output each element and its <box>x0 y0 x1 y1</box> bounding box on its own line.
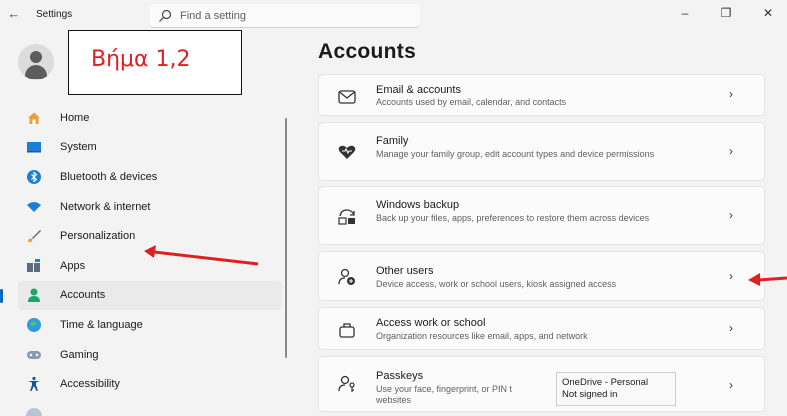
sidebar-item-gaming[interactable]: Gaming <box>18 340 282 370</box>
annotation-label: Βήμα 1,2 <box>91 47 191 72</box>
home-icon <box>26 110 42 126</box>
chevron-right-icon: › <box>729 321 733 335</box>
sidebar-item-label: System <box>60 141 97 154</box>
restore-button[interactable]: ❐ <box>711 2 741 24</box>
title-bar: ← Settings Find a setting – ❐ ✕ <box>0 0 787 30</box>
chevron-right-icon[interactable]: › <box>729 269 733 283</box>
card-title: Email & accounts <box>376 84 461 96</box>
sidebar-item-label: Apps <box>60 259 86 272</box>
card-title: Windows backup <box>376 199 460 211</box>
tooltip-line-1: OneDrive - Personal <box>562 377 649 388</box>
card-subtitle: Back up your files, apps, preferences to… <box>376 213 650 223</box>
card-access-work-school[interactable]: Access work or school Organization resou… <box>318 307 765 350</box>
annotation-arrow-other-users <box>748 273 787 286</box>
sidebar-item-label: Accessibility <box>60 378 120 391</box>
briefcase-icon <box>339 323 355 338</box>
card-subtitle: Organization resources like email, apps,… <box>376 331 588 341</box>
close-button[interactable]: ✕ <box>753 2 783 24</box>
avatar-body-shape <box>25 65 47 79</box>
accessibility-icon <box>26 376 42 392</box>
sidebar-item-time-language[interactable]: Time & language <box>18 310 282 340</box>
annotation-arrow-personalization <box>144 245 259 266</box>
minimize-button[interactable]: – <box>670 2 700 24</box>
chevron-right-icon: › <box>729 208 733 222</box>
chevron-right-icon: › <box>729 87 733 101</box>
card-title: Access work or school <box>376 317 486 329</box>
sidebar-item-label: Network & internet <box>60 200 151 213</box>
sidebar-item-system[interactable]: System <box>18 133 282 163</box>
sidebar-item-label: Time & language <box>60 318 143 331</box>
sidebar-item-label: Home <box>60 111 90 124</box>
search-input[interactable]: Find a setting <box>180 10 246 22</box>
back-button[interactable]: ← <box>6 6 22 22</box>
card-other-users[interactable]: Other users Device access, work or schoo… <box>318 251 765 301</box>
annotation-box: Βήμα 1,2 <box>68 30 242 95</box>
active-indicator <box>0 288 3 303</box>
avatar[interactable] <box>18 44 54 80</box>
card-windows-backup[interactable]: Windows backup Back up your files, apps,… <box>318 186 765 245</box>
card-title: Family <box>376 135 409 147</box>
add-user-icon <box>338 268 355 285</box>
chevron-right-icon: › <box>729 144 733 158</box>
card-title: Other users <box>376 265 434 277</box>
sidebar-item-label: Personalization <box>60 230 136 243</box>
sidebar-item-label: Accounts <box>60 289 106 302</box>
app-title: Settings <box>36 9 73 20</box>
card-title: Passkeys <box>376 370 424 382</box>
card-subtitle: Device access, work or school users, kio… <box>376 279 617 289</box>
tooltip-line-2: Not signed in <box>562 389 618 400</box>
sidebar-item-partial <box>26 408 42 416</box>
accounts-icon <box>26 287 42 303</box>
sidebar-item-label: Bluetooth & devices <box>60 170 158 183</box>
search-box[interactable]: Find a setting <box>150 4 420 28</box>
card-subtitle: Manage your family group, edit account t… <box>376 149 655 159</box>
brush-icon <box>26 228 42 244</box>
system-icon <box>26 139 42 155</box>
wifi-icon <box>26 199 42 215</box>
chevron-right-icon: › <box>729 378 733 392</box>
bluetooth-icon <box>26 169 42 185</box>
mail-icon <box>338 90 356 104</box>
card-family[interactable]: Family Manage your family group, edit ac… <box>318 122 765 181</box>
heart-icon <box>338 145 356 159</box>
apps-icon <box>26 258 42 274</box>
onedrive-tooltip: OneDrive - Personal Not signed in <box>556 372 676 406</box>
backup-icon <box>338 209 355 225</box>
search-icon <box>159 9 172 22</box>
card-email-accounts[interactable]: Email & accounts Accounts used by email,… <box>318 74 765 116</box>
passkey-icon <box>338 375 355 392</box>
sidebar-item-bluetooth[interactable]: Bluetooth & devices <box>18 162 282 192</box>
card-passkeys[interactable]: Passkeys Use your face, fingerprint, or … <box>318 356 765 412</box>
sidebar-scrollbar[interactable] <box>285 118 287 358</box>
gamepad-icon <box>26 347 42 363</box>
avatar-head-shape <box>30 51 42 63</box>
sidebar-item-home[interactable]: Home <box>18 103 282 133</box>
card-subtitle: Accounts used by email, calendar, and co… <box>376 97 567 107</box>
globe-icon <box>26 317 42 333</box>
sidebar-item-accounts[interactable]: Accounts <box>0 280 282 311</box>
sidebar-item-label: Gaming <box>60 348 99 361</box>
page-title: Accounts <box>318 40 417 63</box>
sidebar-item-accessibility[interactable]: Accessibility <box>18 369 282 399</box>
sidebar-item-network[interactable]: Network & internet <box>18 192 282 222</box>
